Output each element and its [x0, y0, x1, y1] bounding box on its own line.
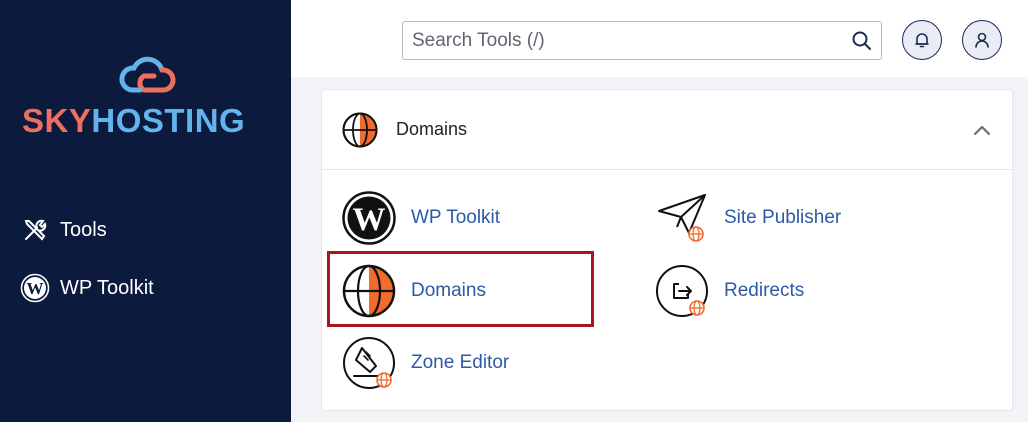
wordpress-icon: W	[342, 191, 396, 245]
chevron-up-icon[interactable]	[972, 120, 992, 140]
globe-icon	[342, 264, 396, 318]
user-icon	[975, 32, 989, 48]
globe-icon	[342, 112, 378, 147]
search-input[interactable]	[403, 22, 833, 59]
tool-label: Zone Editor	[411, 352, 510, 373]
sidebar-item-label: Tools	[60, 218, 107, 241]
brand-name-part1: SKY	[22, 102, 92, 139]
sidebar-item-wp-toolkit[interactable]: W WP Toolkit	[20, 273, 154, 303]
search-icon[interactable]	[851, 30, 873, 52]
top-bar	[291, 0, 1028, 77]
tool-label: Domains	[411, 280, 486, 301]
brand-name: SKYHOSTING	[22, 102, 245, 140]
sidebar-item-label: WP Toolkit	[60, 276, 154, 299]
search-box	[402, 21, 882, 60]
svg-text:W: W	[27, 279, 44, 298]
tool-zone-editor[interactable]: Zone Editor	[342, 336, 509, 390]
redirect-icon	[656, 265, 708, 317]
tool-label: Redirects	[724, 280, 805, 301]
section-title: Domains	[396, 119, 468, 139]
tool-wp-toolkit[interactable]: W WP Toolkit	[342, 191, 500, 245]
tools-icon	[20, 215, 50, 245]
brand-logo[interactable]: SKYHOSTING	[22, 56, 272, 140]
brand-name-part2: HOSTING	[91, 102, 246, 139]
notifications-button[interactable]	[902, 20, 942, 60]
bell-icon	[915, 33, 929, 48]
sidebar-item-tools[interactable]: Tools	[20, 215, 107, 245]
tool-label: WP Toolkit	[411, 207, 501, 228]
wordpress-icon: W	[20, 273, 50, 303]
zone-editor-icon	[343, 337, 395, 389]
tool-site-publisher[interactable]: Site Publisher	[655, 191, 841, 245]
domains-section-card: Domains W WP Toolkit Site Publisher Doma…	[321, 89, 1013, 411]
tool-domains[interactable]: Domains	[342, 264, 486, 318]
cloud-logo-icon	[119, 56, 176, 93]
tool-label: Site Publisher	[724, 207, 842, 228]
tool-redirects[interactable]: Redirects	[655, 264, 804, 318]
paper-plane-icon	[658, 194, 706, 242]
svg-text:W: W	[353, 202, 386, 238]
sidebar: SKYHOSTING Tools W WP Toolkit	[0, 0, 291, 422]
user-menu-button[interactable]	[962, 20, 1002, 60]
section-header[interactable]: Domains	[322, 90, 1012, 170]
